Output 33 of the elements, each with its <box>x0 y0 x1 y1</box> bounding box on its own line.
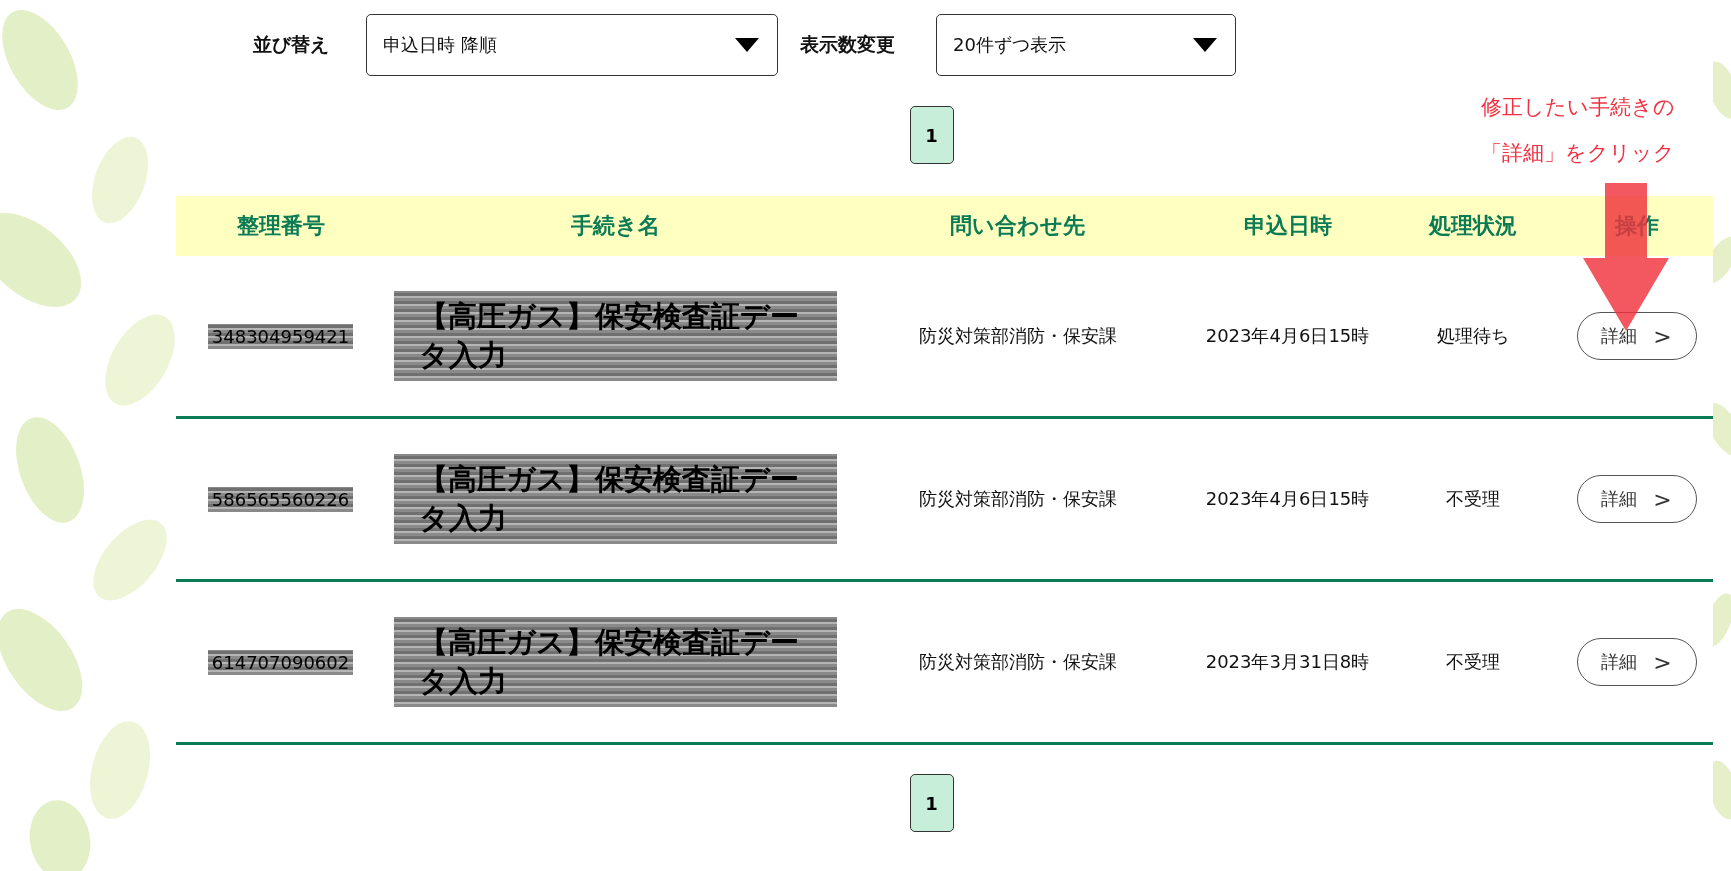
per-page-label: 表示数変更 <box>800 32 896 57</box>
detail-button[interactable]: 詳細 > <box>1576 475 1697 523</box>
page-button[interactable]: 1 <box>909 774 954 832</box>
redacted-procedure-name: 【高圧ガス】保安検査証データ入力 <box>393 616 837 708</box>
status-text: 処理待ち <box>1436 324 1509 348</box>
table-cell: 2023年3月31日8時 <box>1205 650 1370 674</box>
column-header: 申込日時 <box>1242 212 1333 240</box>
table-cell: 防災対策部消防・保安課 <box>918 487 1117 511</box>
redacted-number: 614707090602 <box>207 649 354 675</box>
caret-icon <box>735 38 759 52</box>
redacted-procedure-name: 【高圧ガス】保安検査証データ入力 <box>393 290 837 382</box>
status-text: 不受理 <box>1445 487 1500 511</box>
annotation-text: 修正したい手続きの <box>1481 94 1675 121</box>
per-page-dropdown[interactable]: 20件ずつ表示 <box>936 14 1236 76</box>
status-text: 不受理 <box>1445 650 1500 674</box>
sort-label: 並び替え <box>253 32 330 57</box>
column-header: 整理番号 <box>235 212 326 240</box>
column-header: 手続き名 <box>569 212 661 240</box>
page-button[interactable]: 1 <box>909 106 954 164</box>
redacted-procedure-name: 【高圧ガス】保安検査証データ入力 <box>393 453 837 545</box>
detail-button[interactable]: 詳細 > <box>1576 312 1697 360</box>
table-cell: 防災対策部消防・保安課 <box>918 324 1117 348</box>
annotation-text: 「詳細」をクリック <box>1481 140 1675 167</box>
table-cell: 2023年4月6日15時 <box>1205 487 1370 511</box>
table-cell: 2023年4月6日15時 <box>1205 324 1370 348</box>
sort-dropdown[interactable]: 申込日時 降順 <box>366 14 778 76</box>
detail-button[interactable]: 詳細 > <box>1576 638 1697 686</box>
table-cell: 防災対策部消防・保安課 <box>918 650 1117 674</box>
column-header: 問い合わせ先 <box>949 212 1086 240</box>
caret-icon <box>1193 38 1217 52</box>
redacted-number: 348304959421 <box>207 323 354 349</box>
column-header: 処理状況 <box>1427 212 1518 240</box>
redacted-number: 586565560226 <box>207 486 354 512</box>
